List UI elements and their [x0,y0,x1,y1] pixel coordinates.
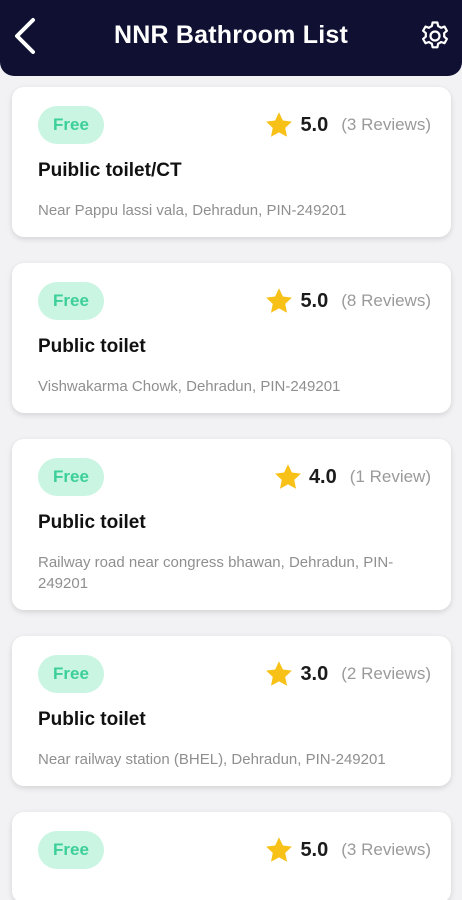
star-icon [266,288,293,313]
rating: 5.0 (8 Reviews) [264,286,431,316]
bathroom-address: Vishwakarma Chowk, Dehradun, PIN-249201 [38,378,341,395]
bathroom-card[interactable]: Free 5.0 (8 Reviews) Public toilet Vishw… [12,263,451,413]
bathroom-card[interactable]: Free 5.0 (3 Reviews) Puiblic toilet/CT N… [12,87,451,237]
page-title: NNR Bathroom List [114,20,348,49]
review-count: (2 Reviews) [341,664,431,683]
rating: 4.0 (1 Review) [273,462,431,492]
rating-score: 5.0 [300,113,329,136]
review-count: (1 Review) [349,467,431,486]
bathroom-name: Puiblic toilet/CT [38,160,182,181]
bathroom-card[interactable]: Free 4.0 (1 Review) Public toilet Railwa… [12,439,451,610]
price-badge: Free [38,106,104,144]
price-badge: Free [38,655,104,693]
rating: 5.0 (3 Reviews) [264,835,431,865]
bathroom-name: Public toilet [38,336,146,357]
rating: 3.0 (2 Reviews) [264,659,431,689]
star-icon [266,837,293,862]
rating-score: 5.0 [300,838,329,861]
bathroom-card[interactable]: Free 5.0 (3 Reviews) [12,812,451,900]
bathroom-name: Public toilet [38,709,146,730]
chevron-left-icon [15,18,35,54]
rating-score: 3.0 [300,662,329,685]
review-count: (3 Reviews) [341,840,431,859]
review-count: (3 Reviews) [341,115,431,134]
back-button[interactable] [8,16,42,56]
rating: 5.0 (3 Reviews) [264,110,431,140]
bathroom-name: Public toilet [38,512,146,533]
bathroom-address: Near Pappu lassi vala, Dehradun, PIN-249… [38,202,347,219]
gear-icon [422,21,448,49]
price-badge: Free [38,831,104,869]
rating-score: 4.0 [308,465,337,488]
bathroom-card[interactable]: Free 3.0 (2 Reviews) Public toilet Near … [12,636,451,786]
star-icon [266,661,293,686]
bathroom-address: Railway road near congress bhawan, Dehra… [38,554,394,592]
bathroom-address: Near railway station (BHEL), Dehradun, P… [38,751,386,768]
star-icon [266,112,293,137]
price-badge: Free [38,282,104,320]
star-icon [275,464,301,489]
bathroom-list: Free 5.0 (3 Reviews) Puiblic toilet/CT N… [12,87,451,900]
price-badge: Free [38,458,104,496]
settings-button[interactable] [418,18,452,54]
app-header: NNR Bathroom List [0,0,462,76]
review-count: (8 Reviews) [341,291,431,310]
rating-score: 5.0 [300,289,329,312]
